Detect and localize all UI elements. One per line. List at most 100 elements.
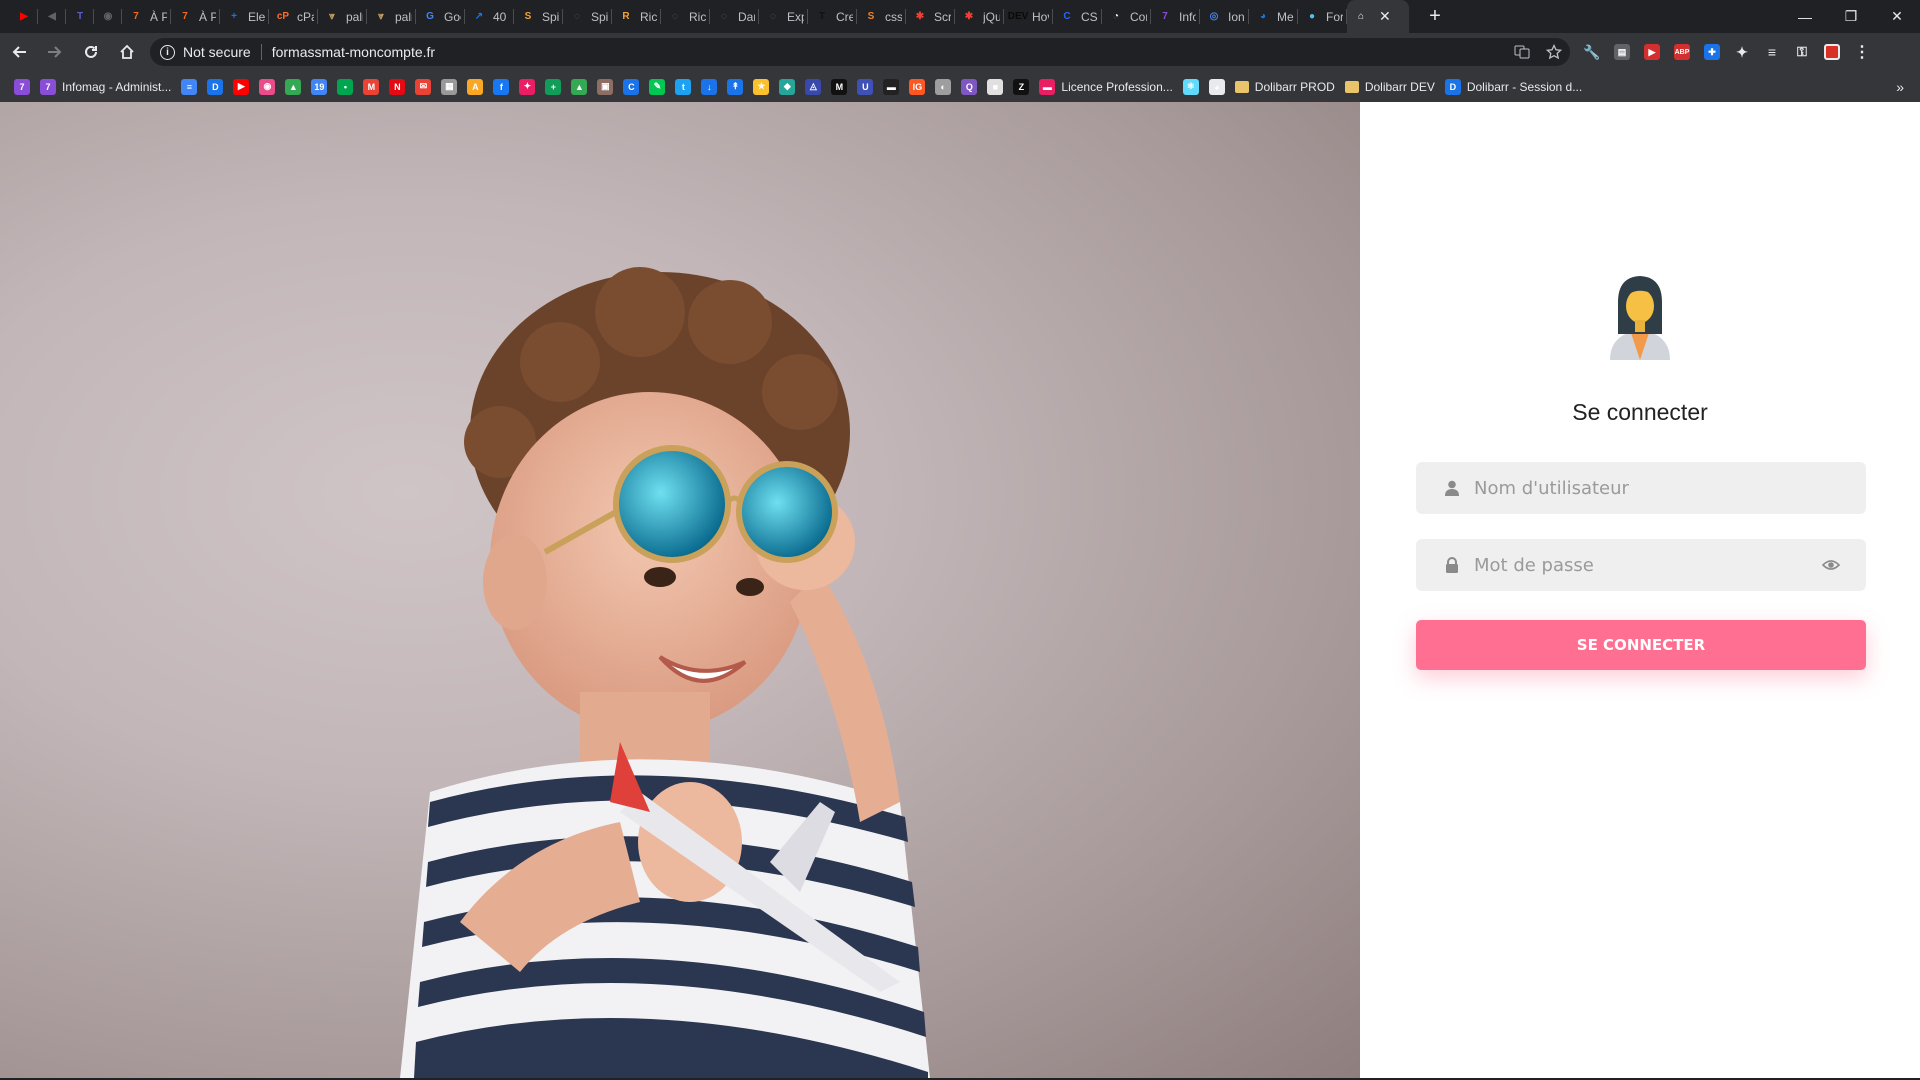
bookmark-item[interactable]: 7 Infomag - Administ...: [40, 78, 171, 95]
bookmark-item[interactable]: ⚛: [1182, 78, 1199, 95]
bookmark-item[interactable]: A: [467, 78, 484, 95]
new-tab-button[interactable]: +: [1423, 5, 1447, 28]
tab[interactable]: R Ricl: [612, 0, 661, 33]
bookmark-item[interactable]: ↓: [701, 78, 718, 95]
tab[interactable]: 7 Info: [1151, 0, 1200, 33]
bookmark-item[interactable]: 7: [14, 78, 30, 95]
tab[interactable]: T Cre: [808, 0, 857, 33]
tab[interactable]: ◌ Ricl: [661, 0, 710, 33]
tab[interactable]: ⩔ palr: [318, 0, 367, 33]
youtube-extension-icon[interactable]: ▶: [1644, 44, 1660, 60]
tab[interactable]: cP cPa: [269, 0, 318, 33]
tab[interactable]: ◌ Spi: [563, 0, 612, 33]
bookmark-item[interactable]: D: [207, 78, 224, 95]
password-field[interactable]: [1416, 539, 1866, 591]
key-icon[interactable]: ⚿: [1794, 44, 1810, 60]
restore-button[interactable]: ❐: [1828, 0, 1874, 33]
adblock-extension-icon[interactable]: ABP: [1674, 44, 1690, 60]
close-tab-icon[interactable]: ✕: [1379, 8, 1391, 25]
bookmark-item[interactable]: +: [545, 78, 562, 95]
tab[interactable]: ✱ jQu: [955, 0, 1004, 33]
login-submit-button[interactable]: SE CONNECTER: [1416, 620, 1866, 670]
minimize-button[interactable]: —: [1782, 0, 1828, 33]
puzzle-blue-extension-icon[interactable]: ✚: [1704, 44, 1720, 60]
tab[interactable]: ◉: [94, 0, 122, 33]
security-status[interactable]: Not secure: [183, 44, 251, 60]
bookmark-item[interactable]: ◐: [935, 78, 952, 95]
tab[interactable]: S Spi: [514, 0, 563, 33]
bookmark-folder[interactable]: Dolibarr DEV: [1344, 80, 1435, 94]
bookmark-item[interactable]: 19: [311, 78, 328, 95]
bookmark-item[interactable]: ▶: [233, 78, 250, 95]
back-button[interactable]: [2, 35, 36, 69]
bookmark-item[interactable]: ▣: [597, 78, 614, 95]
bookmark-item[interactable]: f: [493, 78, 510, 95]
menu-kebab-icon[interactable]: ⋮: [1854, 44, 1870, 61]
bookmark-star-icon[interactable]: [1546, 44, 1562, 60]
bookmark-item[interactable]: N: [389, 78, 406, 95]
bookmark-item[interactable]: ◉: [259, 78, 276, 95]
bookmark-item[interactable]: M: [363, 78, 380, 95]
bookmark-item[interactable]: ▬ Licence Profession...: [1039, 78, 1173, 95]
bookmark-item[interactable]: ◆: [779, 78, 796, 95]
site-info-icon[interactable]: i: [160, 44, 175, 60]
password-input[interactable]: [1474, 554, 1804, 576]
bookmark-item[interactable]: ◬: [805, 78, 822, 95]
bookmark-item[interactable]: ✦: [519, 78, 536, 95]
wrench-extension-icon[interactable]: 🔧: [1583, 44, 1600, 60]
profile-avatar[interactable]: [1824, 44, 1840, 60]
url-text[interactable]: formassmat-moncompte.fr: [272, 44, 435, 60]
bookmark-item[interactable]: IG: [909, 78, 926, 95]
tab[interactable]: C CSS: [1053, 0, 1102, 33]
username-input[interactable]: [1474, 477, 1804, 499]
tab[interactable]: ↗ 40 I: [465, 0, 514, 33]
username-field[interactable]: [1416, 462, 1866, 514]
tab[interactable]: ◌ Exp: [759, 0, 808, 33]
bookmark-item[interactable]: ↟: [727, 78, 744, 95]
bookmark-item[interactable]: M: [831, 78, 848, 95]
bookmark-folder[interactable]: Dolibarr PROD: [1234, 80, 1335, 94]
translate-icon[interactable]: [1514, 44, 1530, 60]
bookmark-item[interactable]: ▲: [285, 78, 302, 95]
bookmark-item[interactable]: U: [857, 78, 874, 95]
bookmark-item[interactable]: ▬: [883, 78, 900, 95]
bookmark-item[interactable]: ✎: [649, 78, 666, 95]
tab[interactable]: ◎ Ion: [1200, 0, 1249, 33]
bookmark-item[interactable]: ▦: [441, 78, 458, 95]
show-password-eye-icon[interactable]: [1822, 556, 1840, 574]
bookmark-item[interactable]: Q: [961, 78, 978, 95]
page-extension-icon[interactable]: ▤: [1614, 44, 1630, 60]
tab[interactable]: ⩔ palr: [367, 0, 416, 33]
reload-button[interactable]: [74, 35, 108, 69]
bookmark-item[interactable]: ◕: [1208, 78, 1225, 95]
forward-button[interactable]: [38, 35, 72, 69]
bookmark-item[interactable]: ▲: [571, 78, 588, 95]
tab[interactable]: Scss: [857, 0, 906, 33]
tab[interactable]: ◕ Me: [1249, 0, 1298, 33]
bookmark-item[interactable]: D Dolibarr - Session d...: [1444, 78, 1582, 95]
bookmark-item[interactable]: ✉: [415, 78, 432, 95]
tab[interactable]: ✱ Scr: [906, 0, 955, 33]
bookmark-item[interactable]: t: [675, 78, 692, 95]
bookmark-item[interactable]: ★: [753, 78, 770, 95]
bookmarks-overflow-button[interactable]: »: [1896, 71, 1904, 102]
home-button[interactable]: [110, 35, 144, 69]
tab[interactable]: 7 À Pi: [122, 0, 171, 33]
tab[interactable]: + Elen: [220, 0, 269, 33]
tab-active[interactable]: ⌂ ✕: [1347, 0, 1409, 33]
bookmark-item[interactable]: ■: [987, 78, 1004, 95]
tab[interactable]: ◀: [38, 0, 66, 33]
reading-list-icon[interactable]: ≡: [1764, 44, 1780, 60]
tab[interactable]: ◔ Cor: [1102, 0, 1151, 33]
tab[interactable]: G Goc: [416, 0, 465, 33]
bookmark-item[interactable]: •: [337, 78, 354, 95]
close-window-button[interactable]: ✕: [1874, 0, 1920, 33]
tab[interactable]: ● For: [1298, 0, 1347, 33]
tab[interactable]: DEVHov: [1004, 0, 1053, 33]
extensions-puzzle-icon[interactable]: ✦: [1734, 44, 1750, 60]
address-bar[interactable]: i Not secure formassmat-moncompte.fr: [150, 38, 1570, 66]
tab[interactable]: 7 À Pi: [171, 0, 220, 33]
bookmark-item[interactable]: Z: [1013, 78, 1030, 95]
tab[interactable]: ◌ Dar: [710, 0, 759, 33]
tab[interactable]: ▶: [10, 0, 38, 33]
